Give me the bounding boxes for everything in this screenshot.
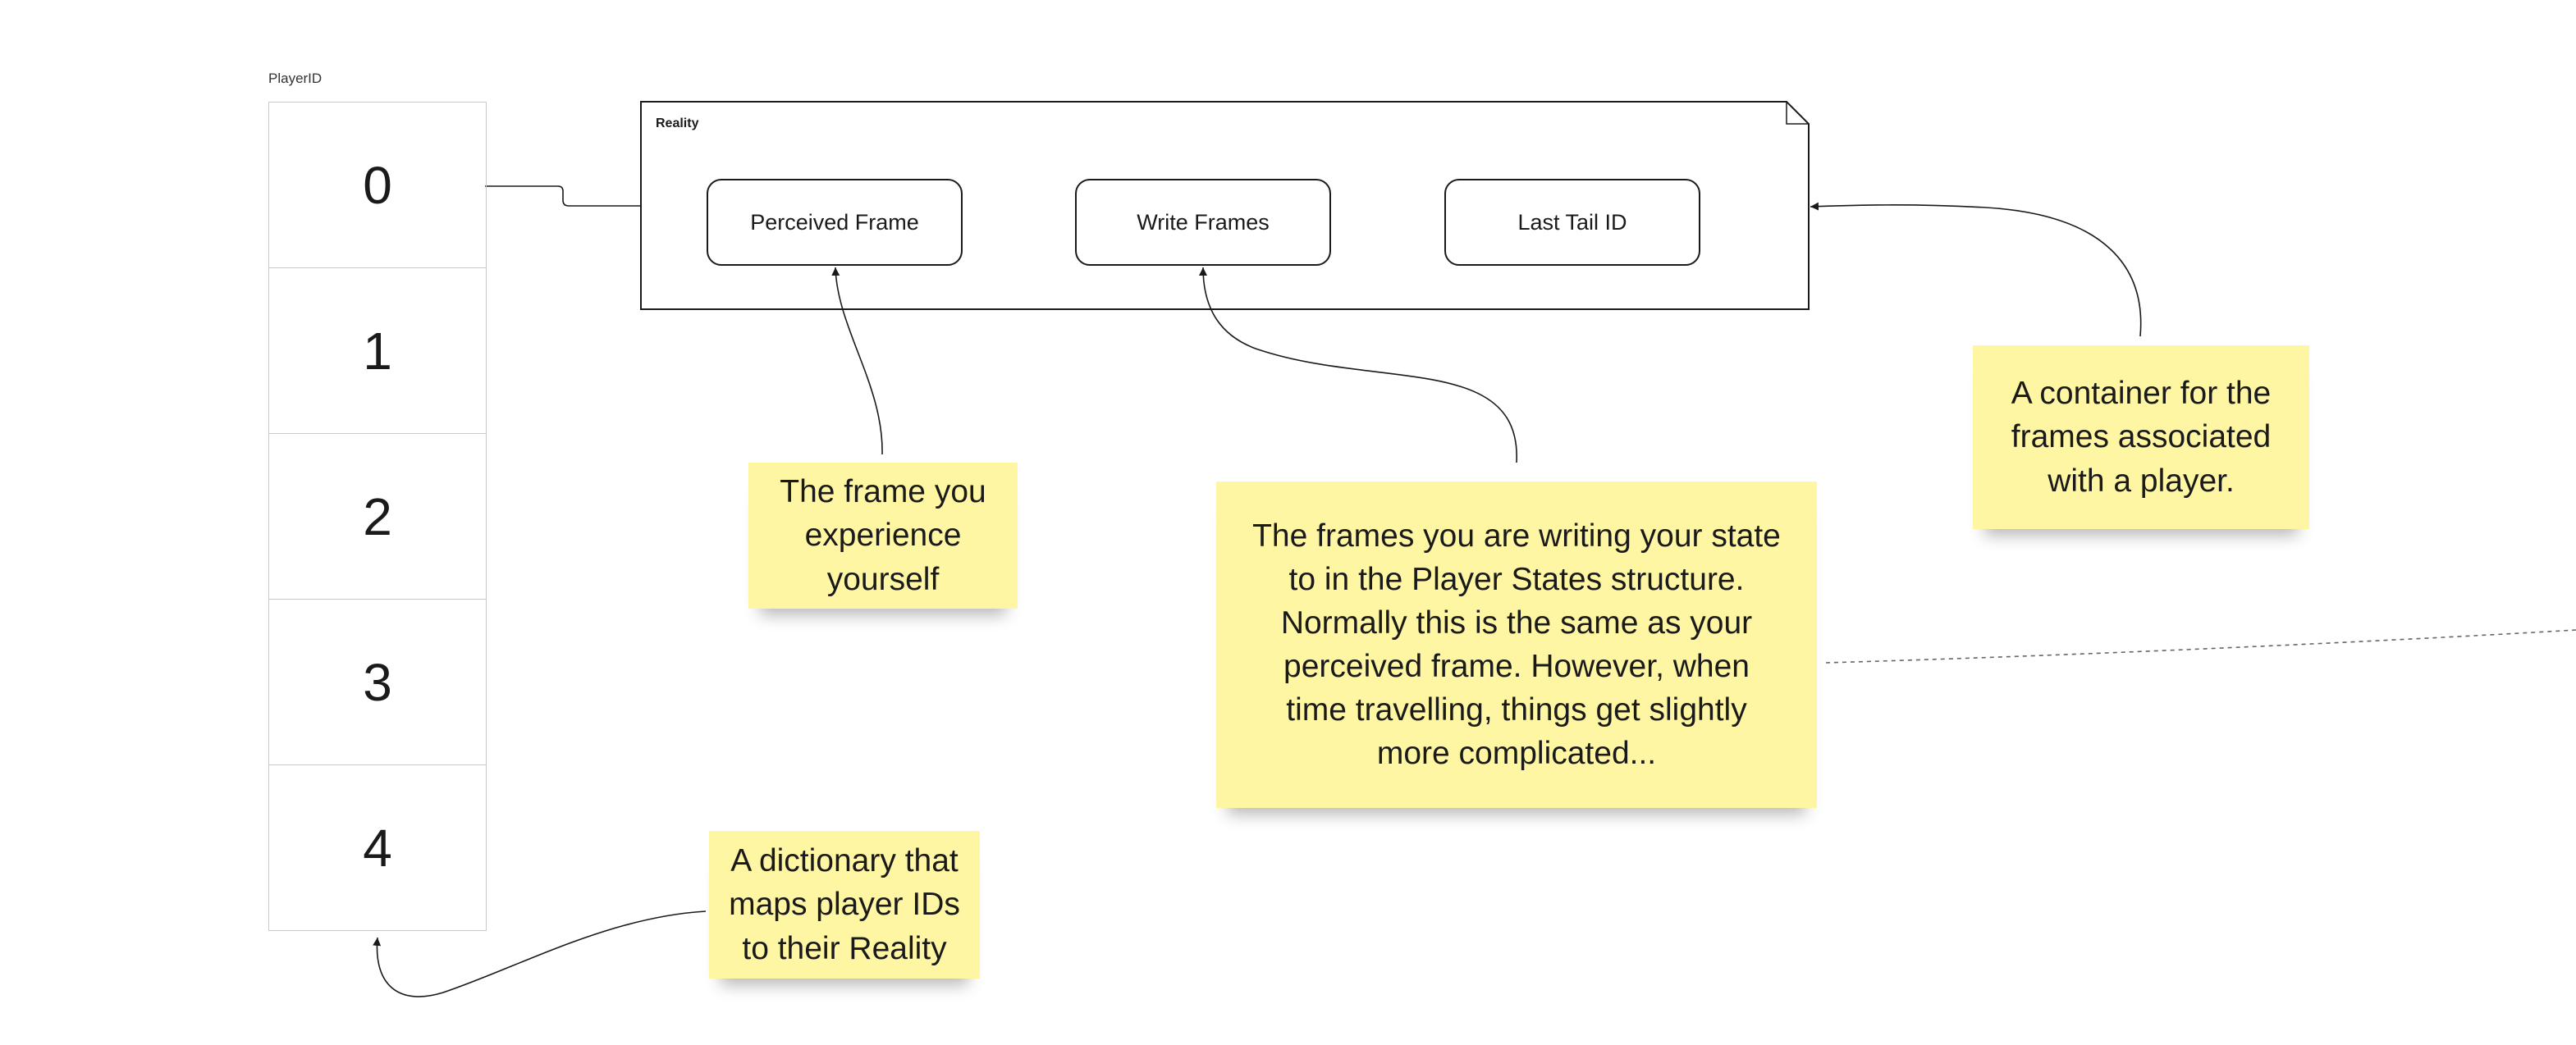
dashed-connector-offscreen — [1825, 629, 2576, 664]
note-text: The frame you experience yourself — [780, 474, 986, 597]
last-tail-id-box[interactable]: Last Tail ID — [1444, 179, 1700, 266]
reality-frame-fold — [1786, 102, 1809, 125]
player-id-cell[interactable]: 2 — [269, 434, 486, 600]
player-id-table[interactable]: 0 1 2 3 4 — [268, 102, 487, 931]
sticky-note-dictionary[interactable]: A dictionary that maps player IDs to the… — [709, 831, 980, 979]
sticky-note-container[interactable]: A container for the frames associated wi… — [1973, 345, 2309, 529]
player-id-cell[interactable]: 0 — [269, 103, 486, 268]
connector-write-note — [1199, 267, 1517, 463]
player-id-cell[interactable]: 3 — [269, 600, 486, 765]
connector-container-note — [1810, 202, 2142, 337]
diagram-canvas: PlayerID 0 1 2 3 4 Reality Perceived Fra… — [0, 0, 2576, 1045]
player-id-cell[interactable]: 1 — [269, 268, 486, 434]
sticky-note-write-frames[interactable]: The frames you are writing your state to… — [1216, 481, 1817, 808]
sticky-note-perceived-frame[interactable]: The frame you experience yourself — [748, 463, 1018, 609]
note-text: The frames you are writing your state to… — [1252, 518, 1781, 772]
player-id-cell[interactable]: 4 — [269, 765, 486, 930]
perceived-frame-box[interactable]: Perceived Frame — [707, 179, 963, 266]
note-text: A dictionary that maps player IDs to the… — [729, 843, 960, 966]
connector-row0-to-reality — [485, 185, 641, 207]
write-frames-box[interactable]: Write Frames — [1075, 179, 1331, 266]
player-id-label: PlayerID — [268, 71, 323, 86]
reality-label: Reality — [656, 116, 699, 130]
note-text: A container for the frames associated wi… — [2011, 376, 2272, 499]
connector-perceived-note — [831, 267, 883, 455]
